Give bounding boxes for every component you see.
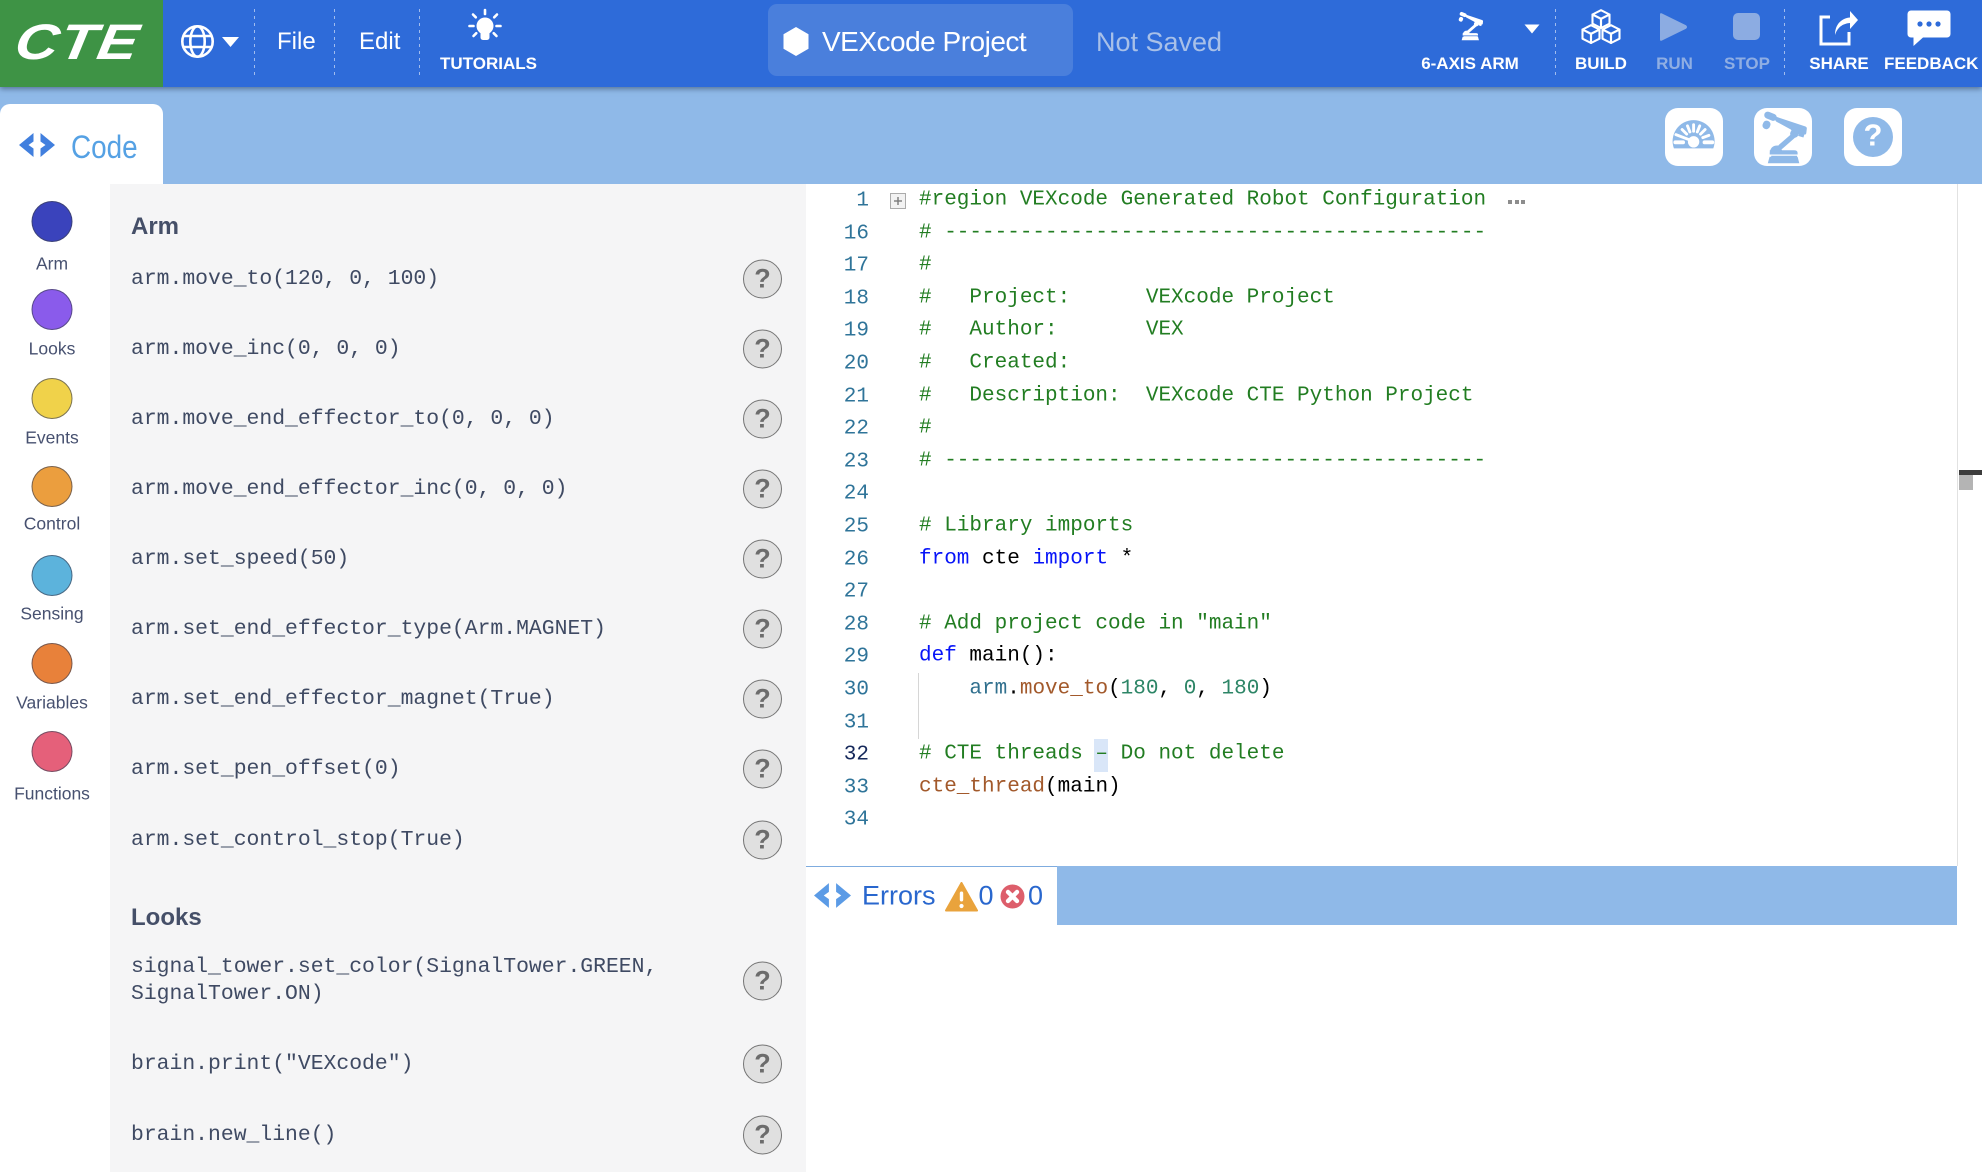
svg-text:?: ? xyxy=(1864,118,1883,153)
